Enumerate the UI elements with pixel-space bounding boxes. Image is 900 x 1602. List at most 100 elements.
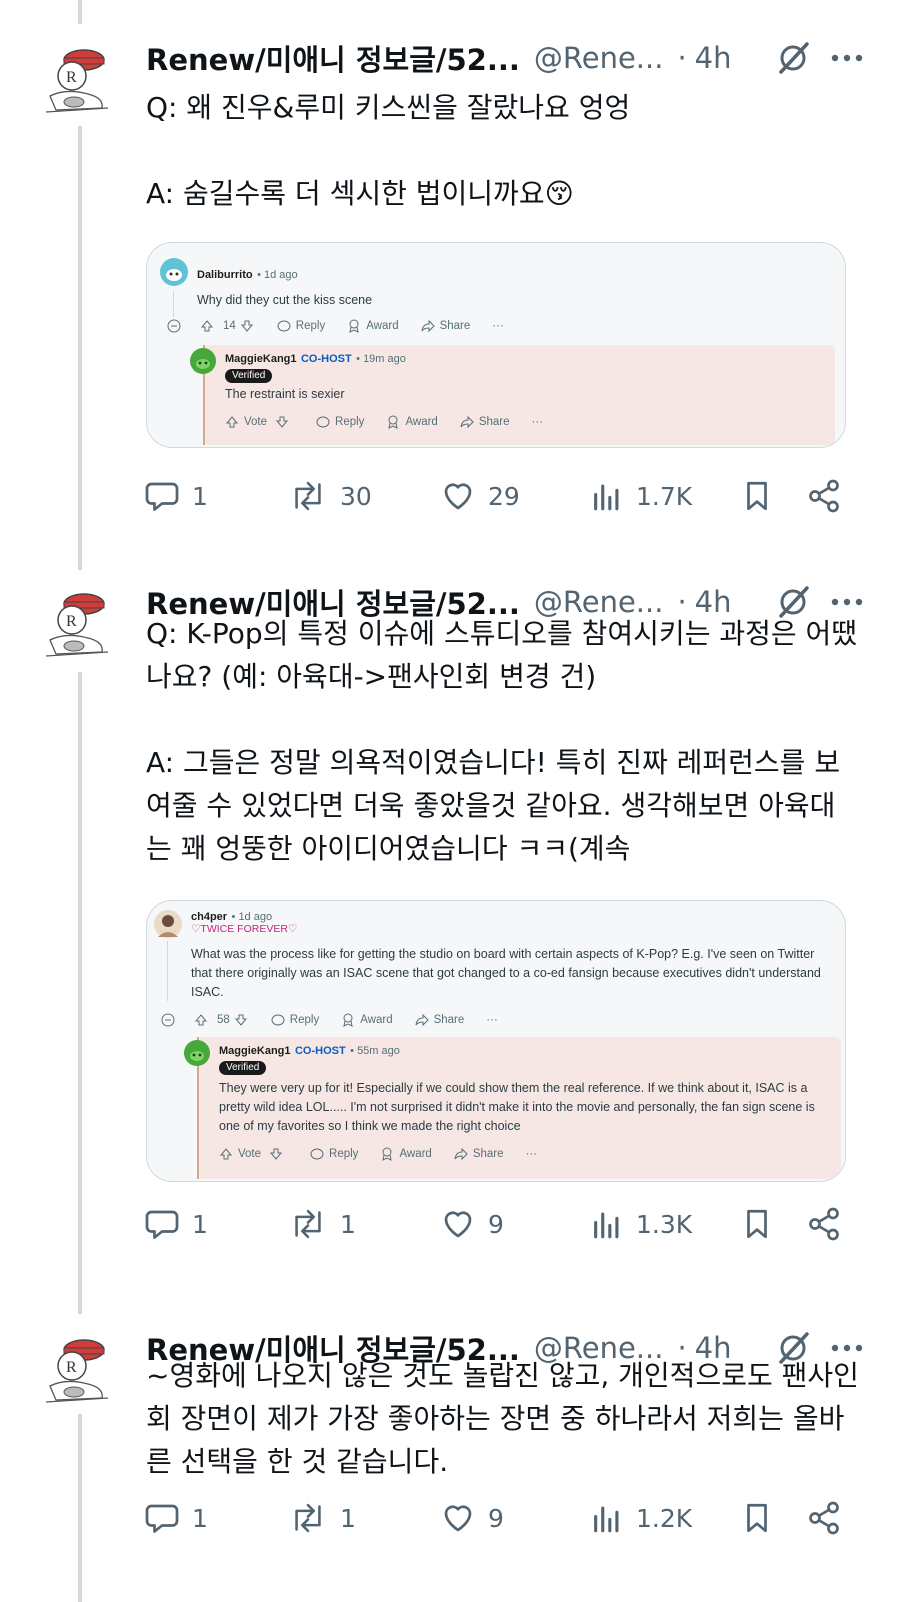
share-action: Share: [454, 1147, 504, 1161]
bar-chart-icon: [594, 484, 619, 511]
speech-bubble-icon: [145, 482, 179, 511]
svg-text:R: R: [66, 1359, 77, 1376]
bookmark-button[interactable]: [740, 1496, 774, 1540]
upvote-icon: [200, 319, 219, 333]
comment-action-bar: 14 Reply Award Share ···: [167, 319, 526, 333]
thread-line: [78, 0, 82, 24]
reddit-avatar: [189, 347, 217, 380]
reply-count: 1: [192, 481, 208, 511]
views-button[interactable]: 1.7K: [590, 474, 692, 518]
avatar[interactable]: R: [36, 1328, 114, 1406]
award-action: Award: [347, 319, 399, 333]
grok-slash-icon[interactable]: [774, 39, 812, 77]
comment-username: ch4per: [191, 911, 228, 923]
vote-count: 14: [223, 320, 236, 332]
like-button[interactable]: 9: [440, 1202, 504, 1246]
svg-text:R: R: [66, 69, 77, 86]
share-action: Share: [460, 415, 510, 429]
reply-username: MaggieKang1: [225, 353, 297, 365]
tweet-line: ~영화에 나오지 않은 것도 놀랍진 않고, 개인적으로도 팬사인회 장면이 제…: [146, 1359, 859, 1478]
comment-text: Why did they cut the kiss scene: [197, 293, 373, 307]
reply-count: 1: [192, 1503, 208, 1533]
views-count: 1.2K: [636, 1503, 693, 1533]
heart-icon: [444, 1211, 472, 1238]
award-action: Award: [386, 415, 438, 429]
share-action: Share: [415, 1013, 464, 1027]
bookmark-icon: [747, 1503, 767, 1533]
like-button[interactable]: 29: [440, 474, 520, 518]
downvote-icon: [234, 1013, 253, 1027]
author-name[interactable]: Renew/미애니 정보글/52...: [146, 37, 520, 79]
bookmark-icon: [747, 1209, 767, 1239]
tweet[interactable]: R Renew/미애니 정보글/52... @Rene... · 4h Q: 왜…: [0, 38, 900, 538]
tweet-actions: 1 1 9 1.2K: [144, 1496, 844, 1540]
share-action: Share: [421, 319, 470, 333]
reply-button[interactable]: 1: [144, 474, 208, 518]
collapse-icon: [167, 319, 186, 333]
author-handle[interactable]: @Rene...: [534, 41, 664, 75]
tweet-line: Q: 왜 진우&루미 키스씬을 잘랐나요 엉엉: [146, 91, 631, 124]
tweet-actions: 1 30 29 1.7K: [144, 474, 844, 518]
reply-button[interactable]: 1: [144, 1496, 208, 1540]
tweet-text: Q: K-Pop의 특정 이슈에 스튜디오를 참여시키는 과정은 어땠나요? (…: [146, 612, 860, 870]
vote-action: Vote: [219, 1147, 261, 1161]
reply-button[interactable]: 1: [144, 1202, 208, 1246]
repost-button[interactable]: 1: [288, 1202, 356, 1246]
tweet[interactable]: R Renew/미애니 정보글/52... @Rene... · 4h Q: K…: [0, 582, 900, 1282]
comment-meta: Daliburrito • 1d ago: [197, 265, 298, 283]
more-action: ···: [492, 320, 504, 332]
tweet[interactable]: R Renew/미애니 정보글/52... @Rene... · 4h ~영화에…: [0, 1328, 900, 1598]
share-button[interactable]: [806, 474, 842, 518]
views-count: 1.3K: [636, 1209, 693, 1239]
comment-action-bar: 58 Reply Award Share ···: [161, 1013, 520, 1027]
avatar[interactable]: R: [36, 38, 114, 116]
repost-count: 1: [340, 1209, 356, 1239]
upvote-icon: [194, 1013, 213, 1027]
reply-action: Reply: [310, 1147, 358, 1161]
bookmark-icon: [747, 481, 767, 511]
tweet-header: Renew/미애니 정보글/52... @Rene... · 4h: [146, 38, 864, 78]
like-count: 29: [488, 481, 520, 511]
like-count: 9: [488, 1503, 504, 1533]
reply-action: Reply: [271, 1013, 319, 1027]
reply-text: The restraint is sexier: [225, 387, 345, 401]
repost-button[interactable]: 1: [288, 1496, 356, 1540]
reddit-avatar: [183, 1039, 211, 1072]
timestamp[interactable]: 4h: [695, 41, 732, 75]
tweet-actions: 1 1 9 1.3K: [144, 1202, 844, 1246]
comment-time: • 1d ago: [231, 911, 273, 923]
repost-icon: [295, 1503, 321, 1533]
co-host-label: CO-HOST: [294, 1045, 346, 1057]
comment-time: • 1d ago: [257, 269, 298, 281]
like-button[interactable]: 9: [440, 1496, 504, 1540]
attached-image[interactable]: ch4per • 1d ago ♡TWICE FOREVER♡ What was…: [146, 900, 846, 1182]
award-action: Award: [380, 1147, 432, 1161]
bookmark-button[interactable]: [740, 474, 774, 518]
reply-text: They were very up for it! Especially if …: [219, 1081, 815, 1133]
user-flair: ♡TWICE FOREVER♡: [191, 923, 298, 935]
share-button[interactable]: [806, 1496, 842, 1540]
heart-icon: [444, 1505, 472, 1532]
svg-text:R: R: [66, 613, 77, 630]
heart-icon: [444, 483, 472, 510]
reply-action: Reply: [277, 319, 325, 333]
verified-badge: Verified: [225, 369, 273, 383]
share-button[interactable]: [806, 1202, 842, 1246]
bar-chart-icon: [594, 1212, 619, 1239]
attached-image[interactable]: Daliburrito • 1d ago Why did they cut th…: [146, 242, 846, 448]
views-button[interactable]: 1.2K: [590, 1496, 692, 1540]
downvote-icon: [269, 1147, 288, 1161]
like-count: 9: [488, 1209, 504, 1239]
reply-time: • 19m ago: [356, 353, 406, 365]
reply-username: MaggieKang1: [219, 1045, 291, 1057]
more-dots-icon[interactable]: [830, 41, 864, 75]
repost-count: 1: [340, 1503, 356, 1533]
repost-button[interactable]: 30: [288, 474, 372, 518]
share-icon: [809, 1207, 839, 1241]
views-button[interactable]: 1.3K: [590, 1202, 692, 1246]
reply-action-bar: Vote Reply Award Share ···: [225, 415, 565, 429]
co-host-label: CO-HOST: [300, 353, 352, 365]
avatar[interactable]: R: [36, 582, 114, 660]
reddit-avatar: [159, 257, 189, 292]
bookmark-button[interactable]: [740, 1202, 774, 1246]
